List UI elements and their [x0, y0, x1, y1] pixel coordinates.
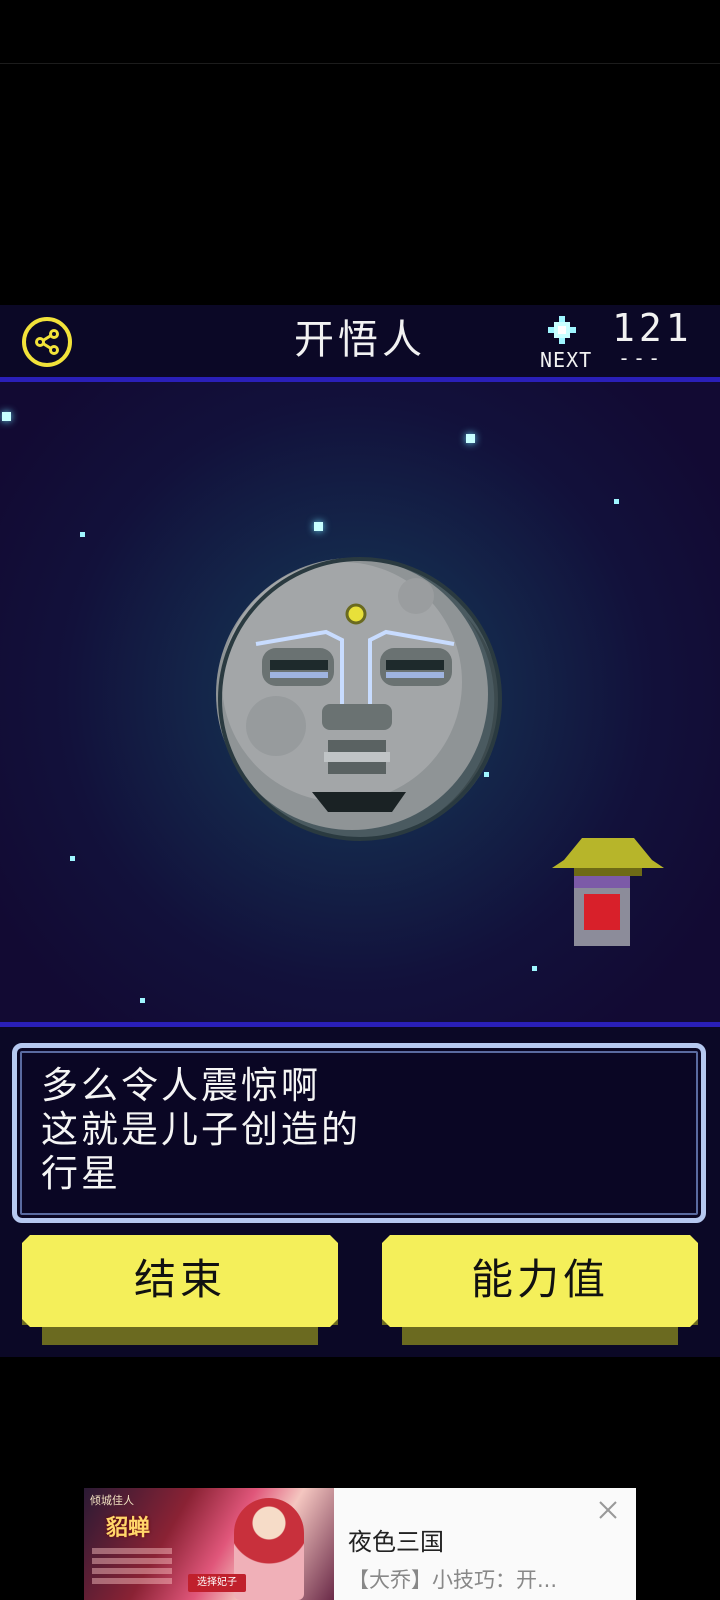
ad-image-brand: 倾城佳人	[90, 1494, 134, 1507]
ad-image-cta: 选择妃子	[188, 1574, 246, 1592]
gem-counter: 121	[612, 306, 693, 350]
end-button[interactable]: 结束	[22, 1235, 338, 1345]
star	[80, 532, 85, 537]
star	[140, 998, 145, 1003]
ad-image[interactable]: 倾城佳人 貂蝉 选择妃子	[84, 1488, 334, 1600]
planet-moon-face[interactable]	[216, 556, 504, 842]
ad-subtitle[interactable]: 【大乔】小技巧：开...	[348, 1564, 557, 1594]
ad-banner[interactable]: 倾城佳人 貂蝉 选择妃子 夜色三国 【大乔】小技巧：开...	[84, 1488, 636, 1600]
next-label: NEXT	[540, 348, 593, 372]
star	[2, 412, 11, 421]
dialog-line: 多么令人震惊啊	[41, 1064, 321, 1107]
ad-title[interactable]: 夜色三国	[348, 1522, 444, 1557]
close-icon[interactable]	[596, 1498, 620, 1522]
star	[532, 966, 537, 971]
ad-image-hero: 貂蝉	[106, 1515, 151, 1541]
next-value: ---	[618, 346, 664, 370]
sparkle-gem-icon	[548, 316, 576, 344]
dialog-line: 行星	[41, 1152, 121, 1195]
stats-button[interactable]: 能力值	[382, 1235, 698, 1345]
dialog-box[interactable]: 多么令人震惊啊 这就是儿子创造的 行星	[12, 1043, 706, 1223]
dialog-text: 多么令人震惊啊 这就是儿子创造的 行星	[41, 1064, 361, 1196]
star	[466, 434, 475, 443]
end-button-label: 结束	[133, 1255, 226, 1304]
stats-button-label: 能力值	[470, 1255, 609, 1304]
star	[314, 522, 323, 531]
status-divider	[0, 63, 720, 64]
ad-image-rows	[92, 1548, 172, 1592]
star	[70, 856, 75, 861]
dialog-line: 这就是儿子创造的	[41, 1108, 361, 1151]
stone-lantern[interactable]	[552, 838, 664, 948]
star	[614, 499, 619, 504]
